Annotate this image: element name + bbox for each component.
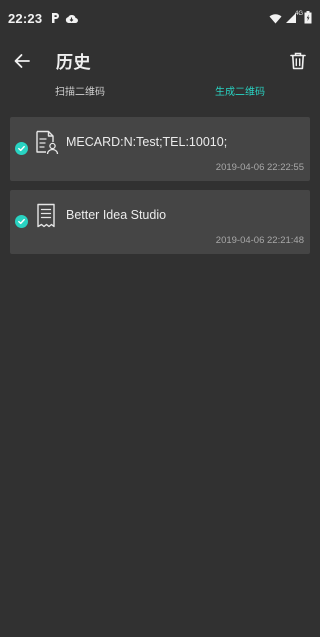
history-item[interactable]: Better Idea Studio 2019-04-06 22:21:48 [10, 190, 310, 254]
history-item-timestamp: 2019-04-06 22:21:48 [215, 235, 304, 246]
wifi-icon [269, 9, 282, 28]
tab-generate[interactable]: 生成二维码 [160, 76, 320, 104]
check-icon[interactable] [15, 215, 28, 228]
page-title: 历史 [56, 53, 91, 73]
check-icon[interactable] [15, 142, 28, 155]
delete-all-button[interactable] [286, 49, 310, 73]
signal-icon: 4G [285, 11, 303, 24]
p-icon [50, 9, 60, 28]
trash-icon [290, 52, 306, 70]
status-bar: 22:23 4G [0, 0, 320, 36]
arrow-left-icon [14, 54, 30, 68]
status-notification-icons [50, 9, 79, 28]
history-item[interactable]: MECARD:N:Test;TEL:10010; 2019-04-06 22:2… [10, 117, 310, 181]
status-system-icons: 4G [269, 9, 312, 28]
history-list: MECARD:N:Test;TEL:10010; 2019-04-06 22:2… [10, 117, 310, 263]
tab-bar: 扫描二维码 生成二维码 [0, 76, 320, 104]
tab-scan[interactable]: 扫描二维码 [0, 76, 160, 104]
status-time: 22:23 [8, 10, 43, 26]
history-item-content: Better Idea Studio [66, 208, 167, 222]
battery-icon [304, 9, 312, 28]
back-button[interactable] [10, 49, 34, 73]
cloud-icon [65, 9, 79, 28]
text-document-icon [35, 203, 59, 229]
history-item-timestamp: 2019-04-06 22:22:55 [215, 162, 304, 173]
contact-card-icon [35, 130, 59, 156]
history-item-content: MECARD:N:Test;TEL:10010; [66, 135, 228, 149]
